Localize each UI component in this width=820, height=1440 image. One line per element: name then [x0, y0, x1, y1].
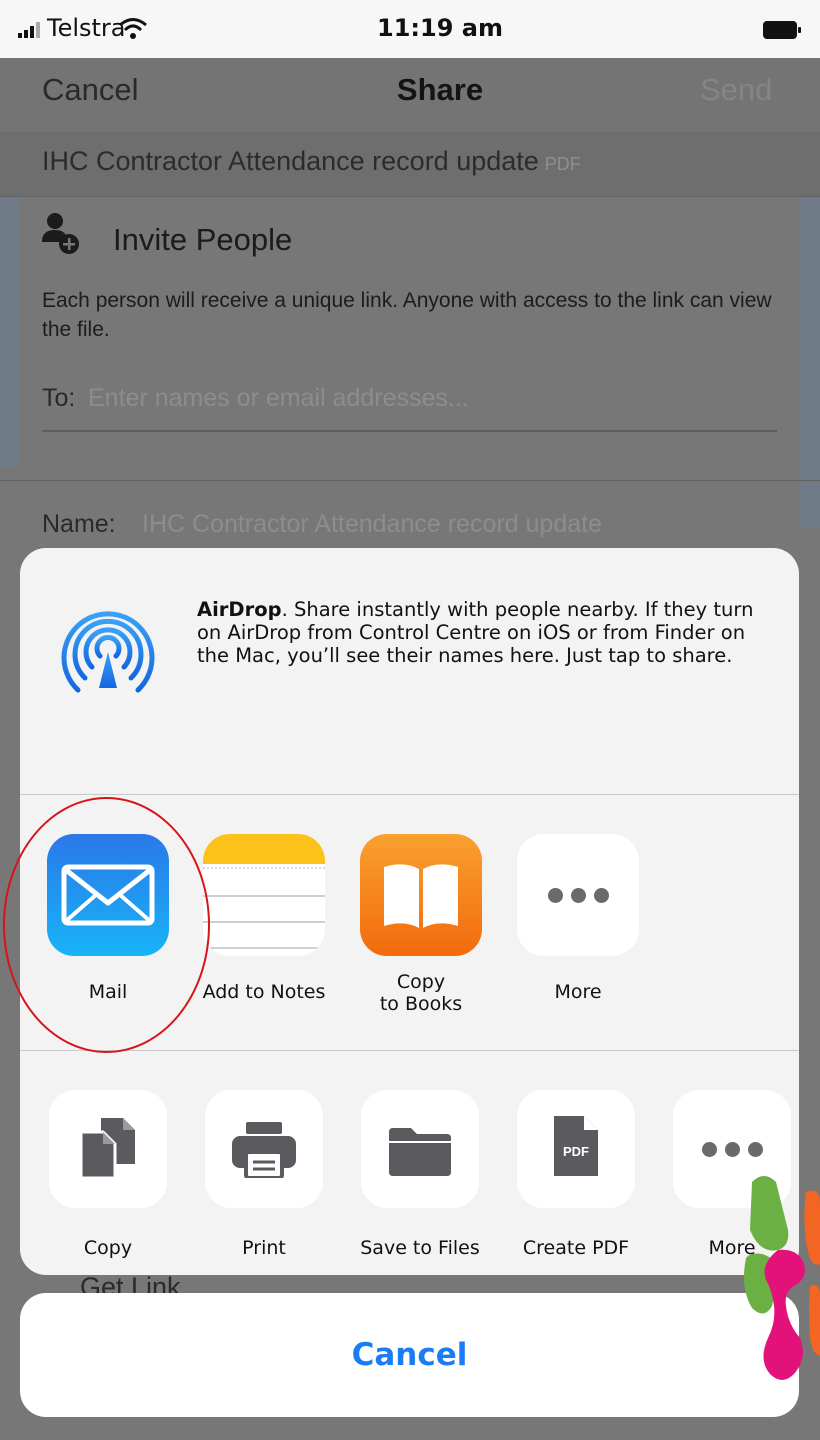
invite-people-title: Invite People	[113, 222, 293, 257]
share-cancel-label: Cancel	[351, 1337, 468, 1373]
print-action-label: Print	[242, 1237, 286, 1259]
apps-divider	[20, 1050, 799, 1051]
section-divider	[0, 480, 820, 481]
battery-icon	[762, 20, 802, 45]
print-icon	[232, 1122, 296, 1183]
status-bar: Telstra 11:19 am	[0, 0, 820, 58]
document-divider	[0, 196, 820, 197]
airdrop-icon	[58, 590, 158, 707]
save-to-files-label: Save to Files	[360, 1237, 480, 1259]
name-input[interactable]: IHC Contractor Attendance record update	[142, 510, 602, 539]
notes-icon	[203, 834, 325, 956]
notes-app-button[interactable]	[203, 834, 325, 956]
add-person-icon	[42, 212, 82, 261]
create-pdf-action-button[interactable]: PDF	[517, 1090, 635, 1208]
books-app-button[interactable]	[360, 834, 482, 956]
pdf-icon: PDF	[554, 1116, 598, 1181]
print-action-button[interactable]	[205, 1090, 323, 1208]
brand-logo	[738, 1168, 820, 1395]
recipient-input-underline	[42, 430, 777, 432]
invite-description: Each person will receive a unique link. …	[42, 289, 772, 341]
nav-title: Share	[396, 72, 484, 107]
folder-icon	[389, 1128, 451, 1181]
pdf-icon-text: PDF	[563, 1144, 589, 1159]
copy-action-label: Copy	[83, 1237, 133, 1259]
more-icon	[517, 834, 639, 956]
copy-action-button[interactable]	[49, 1090, 167, 1208]
books-icon	[360, 864, 482, 956]
share-cancel-button[interactable]: Cancel	[20, 1293, 799, 1417]
save-to-files-action-button[interactable]	[361, 1090, 479, 1208]
document-type: PDF	[544, 154, 581, 174]
airdrop-description: AirDrop. Share instantly with people nea…	[197, 598, 754, 667]
copy-icon	[79, 1118, 137, 1185]
clock: 11:19 am	[377, 14, 503, 42]
nav-send-button[interactable]: Send	[700, 72, 772, 108]
copy-to-books-label: Copy to Books	[379, 971, 463, 1015]
name-label: Name:	[42, 510, 116, 538]
to-label: To:	[42, 384, 76, 412]
add-to-notes-label: Add to Notes	[202, 981, 326, 1003]
create-pdf-label: Create PDF	[522, 1237, 630, 1259]
more-apps-label: More	[554, 981, 602, 1003]
airdrop-divider	[20, 794, 799, 795]
document-title: IHC Contractor Attendance record update P…	[42, 146, 581, 176]
mail-highlight-circle	[3, 797, 210, 1053]
recipient-input[interactable]: Enter names or email addresses...	[88, 384, 469, 413]
more-apps-button[interactable]	[517, 834, 639, 956]
